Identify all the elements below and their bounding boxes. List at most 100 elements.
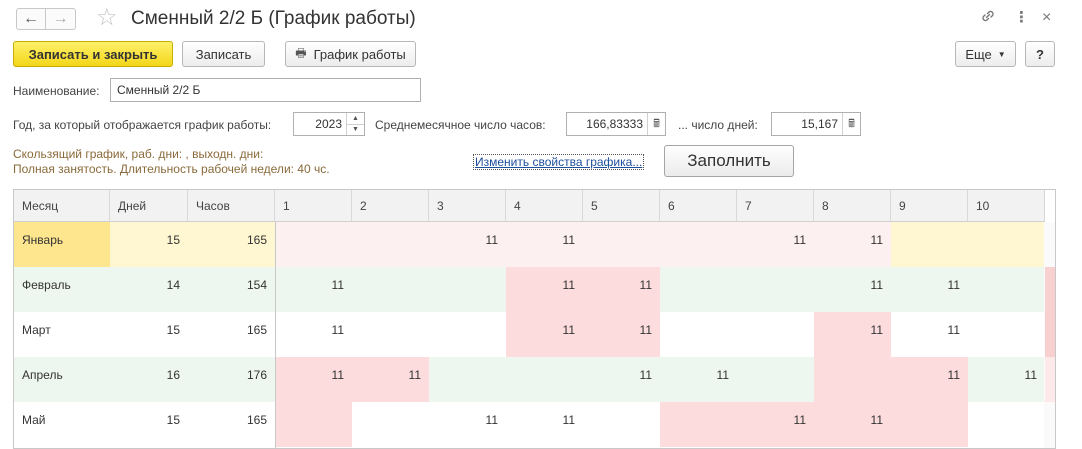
- hours-cell[interactable]: 165: [188, 312, 275, 357]
- days-cell[interactable]: 15: [110, 312, 188, 357]
- day-cell[interactable]: [275, 222, 352, 267]
- day-cell[interactable]: [968, 267, 1045, 312]
- column-header[interactable]: 7: [737, 190, 814, 222]
- calculator-icon[interactable]: 🖩: [842, 113, 860, 135]
- day-cell[interactable]: [583, 222, 660, 267]
- day-cell[interactable]: [352, 222, 429, 267]
- column-header[interactable]: 2: [352, 190, 429, 222]
- day-cell[interactable]: 11: [429, 402, 506, 447]
- close-icon[interactable]: ×: [1042, 8, 1051, 28]
- day-cell[interactable]: [814, 357, 891, 402]
- day-cell[interactable]: 11: [352, 357, 429, 402]
- day-cell[interactable]: [429, 357, 506, 402]
- day-cell[interactable]: 11: [737, 402, 814, 447]
- change-schedule-properties-link[interactable]: Изменить свойства графика...: [473, 154, 645, 170]
- days-cell[interactable]: 15: [110, 222, 188, 267]
- day-cell[interactable]: 11: [814, 267, 891, 312]
- link-icon[interactable]: [980, 8, 996, 30]
- column-header[interactable]: 6: [660, 190, 737, 222]
- column-header[interactable]: 5: [583, 190, 660, 222]
- day-cell[interactable]: [891, 222, 968, 267]
- day-cell[interactable]: 11: [737, 222, 814, 267]
- column-header[interactable]: 10: [968, 190, 1045, 222]
- day-cell[interactable]: [352, 312, 429, 357]
- day-cell[interactable]: 11: [660, 357, 737, 402]
- hours-cell[interactable]: 165: [188, 402, 275, 447]
- day-cell[interactable]: [660, 312, 737, 357]
- table-row[interactable]: Март 15 165 11 11 11 11 11: [14, 312, 1055, 357]
- day-cell[interactable]: [352, 267, 429, 312]
- help-button[interactable]: ?: [1025, 41, 1055, 67]
- stepper-down-icon[interactable]: ▼: [347, 123, 364, 136]
- month-cell[interactable]: Февраль: [14, 267, 110, 312]
- days-input[interactable]: 15,167 🖩: [771, 112, 861, 136]
- day-cell[interactable]: 11: [814, 222, 891, 267]
- column-header[interactable]: 9: [891, 190, 968, 222]
- month-cell[interactable]: Апрель: [14, 357, 110, 402]
- day-cell[interactable]: [429, 312, 506, 357]
- day-cell[interactable]: 11: [275, 267, 352, 312]
- days-cell[interactable]: 15: [110, 402, 188, 447]
- avg-hours-input[interactable]: 166,83333 🖩: [566, 112, 666, 136]
- days-cell[interactable]: 16: [110, 357, 188, 402]
- column-header[interactable]: 8: [814, 190, 891, 222]
- month-cell[interactable]: Май: [14, 402, 110, 447]
- fill-button[interactable]: Заполнить: [664, 145, 794, 177]
- day-cell[interactable]: 11: [275, 357, 352, 402]
- day-cell[interactable]: [891, 402, 968, 447]
- day-cell[interactable]: [968, 312, 1045, 357]
- column-header[interactable]: 1: [275, 190, 352, 222]
- days-cell[interactable]: 14: [110, 267, 188, 312]
- stepper-up-icon[interactable]: ▲: [347, 113, 364, 124]
- day-cell[interactable]: [506, 357, 583, 402]
- day-cell[interactable]: 11: [583, 312, 660, 357]
- day-cell[interactable]: [968, 222, 1045, 267]
- name-input[interactable]: [110, 78, 421, 102]
- more-menu-button[interactable]: Еще ▼: [955, 41, 1016, 67]
- horizontal-scroll-area[interactable]: [1044, 222, 1055, 448]
- day-cell[interactable]: [352, 402, 429, 447]
- month-cell[interactable]: Март: [14, 312, 110, 357]
- table-row[interactable]: Февраль 14 154 11 11 11 11 11: [14, 267, 1055, 312]
- day-cell[interactable]: 11: [814, 312, 891, 357]
- save-and-close-button[interactable]: Записать и закрыть: [13, 41, 173, 67]
- day-cell[interactable]: 11: [506, 402, 583, 447]
- column-header[interactable]: 3: [429, 190, 506, 222]
- day-cell[interactable]: [660, 267, 737, 312]
- day-cell[interactable]: 11: [891, 312, 968, 357]
- more-vertical-icon[interactable]: ⋮: [1014, 8, 1029, 28]
- day-cell[interactable]: [275, 402, 352, 447]
- day-cell[interactable]: 11: [891, 357, 968, 402]
- day-cell[interactable]: 11: [275, 312, 352, 357]
- back-button[interactable]: ←: [16, 8, 46, 30]
- column-header[interactable]: Часов: [188, 190, 275, 222]
- column-header[interactable]: Дней: [110, 190, 188, 222]
- table-row[interactable]: Май 15 165 11 11 11 11: [14, 402, 1055, 447]
- day-cell[interactable]: [660, 222, 737, 267]
- day-cell[interactable]: 11: [506, 267, 583, 312]
- day-cell[interactable]: 11: [583, 267, 660, 312]
- day-cell[interactable]: 11: [506, 222, 583, 267]
- day-cell[interactable]: [737, 267, 814, 312]
- day-cell[interactable]: 11: [814, 402, 891, 447]
- hours-cell[interactable]: 154: [188, 267, 275, 312]
- month-cell[interactable]: Январь: [14, 222, 110, 267]
- year-stepper[interactable]: ▲ ▼: [346, 113, 364, 135]
- day-cell[interactable]: [968, 402, 1045, 447]
- day-cell[interactable]: 11: [583, 357, 660, 402]
- day-cell[interactable]: 11: [968, 357, 1045, 402]
- day-cell[interactable]: [429, 267, 506, 312]
- schedule-button[interactable]: 🖶 График работы: [285, 41, 416, 67]
- column-header[interactable]: Месяц: [14, 190, 110, 222]
- day-cell[interactable]: [737, 357, 814, 402]
- calculator-icon[interactable]: 🖩: [647, 113, 665, 135]
- day-cell[interactable]: [737, 312, 814, 357]
- day-cell[interactable]: 11: [429, 222, 506, 267]
- year-input[interactable]: 2023 ▲ ▼: [293, 112, 365, 136]
- day-cell[interactable]: 11: [506, 312, 583, 357]
- day-cell[interactable]: 11: [891, 267, 968, 312]
- day-cell[interactable]: [660, 402, 737, 447]
- hours-cell[interactable]: 176: [188, 357, 275, 402]
- column-header[interactable]: 4: [506, 190, 583, 222]
- forward-button[interactable]: →: [46, 8, 76, 30]
